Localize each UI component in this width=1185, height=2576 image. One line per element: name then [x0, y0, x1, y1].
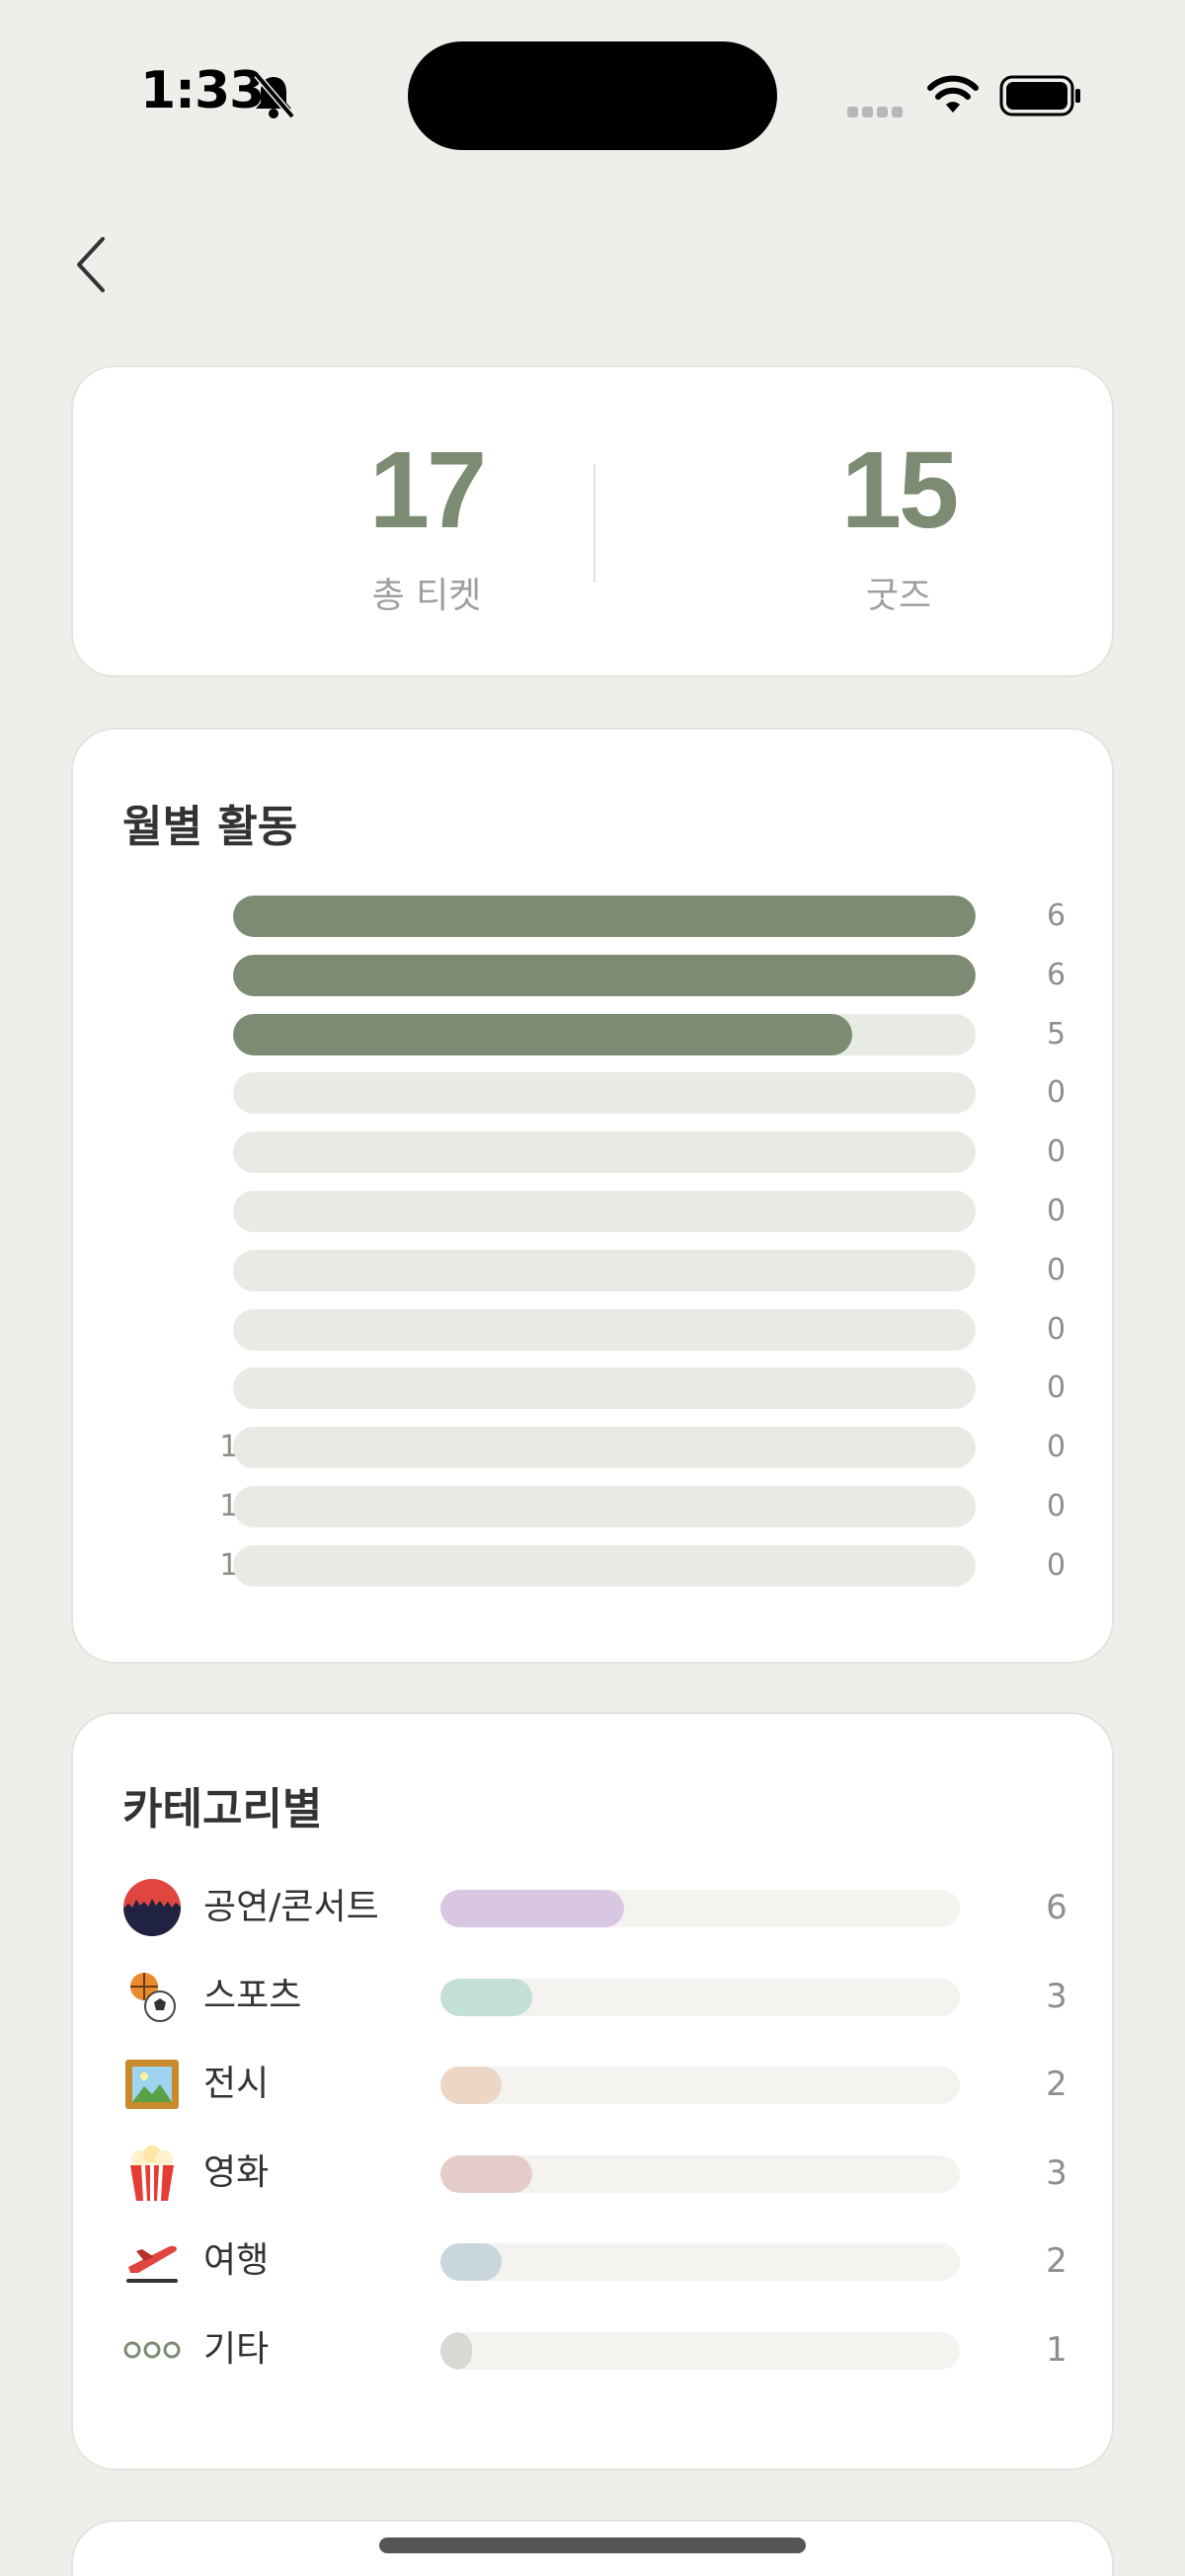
monthly-activity-title: 월별 활동 — [122, 802, 298, 852]
category-bar-fill — [440, 2331, 472, 2370]
category-bar-fill — [440, 2154, 532, 2193]
month-count: 0 — [1047, 1311, 1066, 1347]
goods-label: 굿즈 — [865, 576, 932, 616]
category-count: 3 — [1046, 1976, 1067, 2016]
month-count: 0 — [1047, 1194, 1066, 1228]
monthly-activity-card: 월별 활동 1월6 2월6 3월5 4월0 5월0 6월0 7월0 8월0 9월0 10월0 11월… — [71, 728, 1114, 1664]
wifi-icon — [927, 75, 979, 113]
month-bar-track — [233, 1427, 976, 1469]
month-bar-track — [233, 1367, 976, 1410]
month-row: 1월6 — [73, 894, 1116, 939]
category-label: 기타 — [203, 2328, 270, 2370]
summary-card: 17 총 티켓 15 굿즈 — [71, 365, 1114, 677]
month-count: 5 — [1047, 1016, 1066, 1052]
month-row: 10월0 — [73, 1425, 1116, 1470]
category-bar-track — [440, 2243, 960, 2281]
month-bar-fill — [233, 896, 976, 937]
category-bar-track — [440, 2154, 960, 2193]
month-row: 8월0 — [73, 1307, 1116, 1353]
category-count: 1 — [1046, 2329, 1067, 2370]
month-bar-fill — [233, 1013, 852, 1055]
total-tickets-value: 17 — [368, 429, 487, 551]
month-bar-fill — [233, 954, 976, 996]
stat-divider — [593, 464, 595, 583]
category-count: 2 — [1046, 2065, 1067, 2104]
back-chevron-icon[interactable] — [69, 233, 115, 296]
month-bar-track — [233, 1013, 976, 1055]
category-row[interactable]: 전시 2 — [73, 2053, 1116, 2116]
category-row[interactable]: 공연/콘서트 6 — [73, 1876, 1116, 1939]
month-count: 0 — [1047, 1252, 1066, 1288]
month-row: 7월0 — [73, 1248, 1116, 1293]
category-count: 3 — [1046, 2152, 1067, 2193]
category-label: 전시 — [203, 2064, 270, 2104]
category-bar-fill — [440, 2243, 502, 2281]
month-row: 12월0 — [73, 1543, 1116, 1589]
month-bar-track — [233, 1486, 976, 1527]
status-time: 1:33 — [140, 61, 265, 120]
month-count: 0 — [1047, 1489, 1066, 1523]
category-bar-fill — [440, 2067, 502, 2104]
month-bar-track — [233, 896, 976, 937]
category-row[interactable]: 영화 3 — [73, 2142, 1116, 2205]
month-count: 0 — [1047, 1370, 1066, 1406]
month-row: 3월5 — [73, 1012, 1116, 1057]
month-count: 0 — [1047, 1134, 1066, 1170]
category-bar-track — [440, 2331, 960, 2370]
popcorn-icon — [122, 2144, 182, 2203]
total-tickets-label: 총 티켓 — [371, 576, 482, 616]
month-bar-track — [233, 1308, 976, 1351]
category-bar-track — [440, 1978, 960, 2016]
month-row: 11월0 — [73, 1484, 1116, 1529]
category-bar-fill — [440, 1890, 624, 1927]
category-row[interactable]: 스포츠 3 — [73, 1965, 1116, 2028]
more-dots-icon — [122, 2320, 182, 2380]
category-card: 카테고리별 공연/콘서트 6 스포츠 3 전시 2 영화 3 여행 2 기타 1 — [71, 1712, 1114, 2470]
category-label: 공연/콘서트 — [203, 1887, 379, 1927]
airplane-departure-icon — [122, 2231, 182, 2291]
month-row: 2월6 — [73, 953, 1116, 998]
category-bar-track — [440, 1890, 960, 1927]
month-bar-track — [233, 1132, 976, 1174]
month-bar-track — [233, 1072, 976, 1115]
month-row: 9월0 — [73, 1366, 1116, 1411]
bell-slash-icon — [254, 72, 295, 119]
goods-stat[interactable]: 15 굿즈 — [701, 436, 1096, 618]
month-count: 0 — [1047, 1075, 1066, 1111]
dynamic-island — [408, 41, 777, 150]
category-row[interactable]: 기타 1 — [73, 2318, 1116, 2381]
category-label: 영화 — [203, 2151, 270, 2193]
sports-ball-icon — [122, 1967, 182, 2026]
battery-icon — [999, 75, 1080, 117]
month-bar-track — [233, 1191, 976, 1232]
category-row[interactable]: 여행 2 — [73, 2229, 1116, 2293]
month-count: 0 — [1047, 1430, 1066, 1465]
category-label: 여행 — [203, 2240, 270, 2281]
status-bar: 1:33 — [0, 0, 1185, 188]
category-bar-track — [440, 2067, 960, 2104]
cellular-signal-icon — [847, 103, 907, 121]
month-row: 5월0 — [73, 1130, 1116, 1175]
category-bar-fill — [440, 1978, 532, 2016]
month-bar-track — [233, 954, 976, 996]
month-count: 0 — [1047, 1547, 1066, 1583]
month-row: 6월0 — [73, 1189, 1116, 1234]
month-row: 4월0 — [73, 1070, 1116, 1116]
month-count: 6 — [1047, 957, 1066, 992]
category-label: 스포츠 — [203, 1975, 302, 2016]
category-title: 카테고리별 — [122, 1784, 323, 1834]
month-count: 6 — [1047, 898, 1066, 933]
framed-picture-icon — [122, 2055, 182, 2114]
category-count: 2 — [1046, 2241, 1067, 2281]
month-bar-track — [233, 1249, 976, 1291]
goods-value: 15 — [840, 429, 959, 551]
home-indicator — [379, 2537, 806, 2553]
category-count: 6 — [1046, 1888, 1067, 1927]
total-tickets-stat[interactable]: 17 총 티켓 — [229, 436, 624, 618]
concert-icon — [122, 1878, 182, 1937]
month-bar-track — [233, 1544, 976, 1587]
